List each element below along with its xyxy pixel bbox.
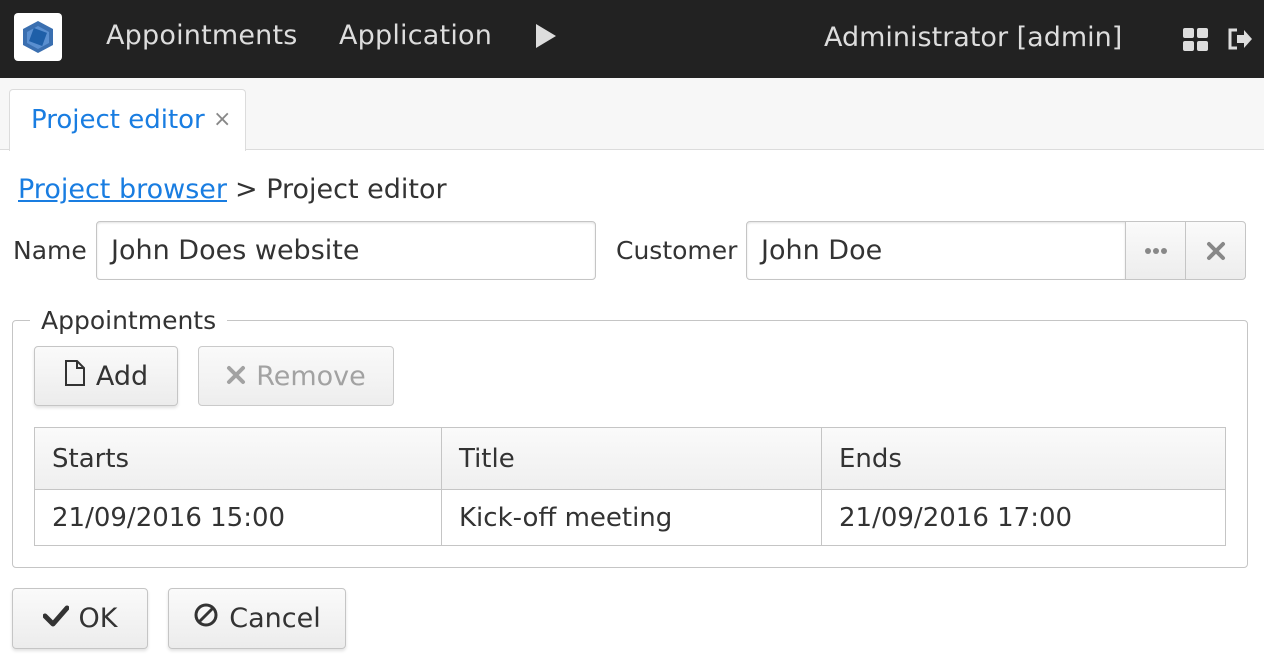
cell-ends: 21/09/2016 17:00: [821, 490, 1225, 545]
name-field[interactable]: John Does website: [96, 221, 596, 280]
apps-grid-icon[interactable]: [1182, 25, 1210, 53]
table-row[interactable]: 21/09/2016 15:00 Kick-off meeting 21/09/…: [35, 490, 1225, 545]
logout-icon[interactable]: [1226, 25, 1254, 53]
top-menu-bar: Appointments Application Administrator […: [0, 0, 1264, 78]
customer-lookup-button[interactable]: [1125, 221, 1186, 280]
checkmark-icon: [42, 603, 70, 634]
appointments-caption: Appointments: [30, 305, 228, 337]
user-name[interactable]: Administrator [admin]: [824, 20, 1122, 56]
table-header: Starts Title Ends: [35, 428, 1225, 490]
cell-title: Kick-off meeting: [441, 490, 821, 545]
name-label: Name: [13, 236, 87, 265]
tab-label[interactable]: Project editor: [31, 103, 205, 137]
remove-appointment-button[interactable]: Remove: [198, 346, 394, 406]
ok-label: OK: [78, 603, 118, 634]
cancel-button[interactable]: Cancel: [168, 588, 346, 649]
play-arrow-icon[interactable]: [534, 23, 558, 49]
tab-close-icon[interactable]: ×: [213, 106, 231, 134]
remove-x-icon: [226, 361, 246, 392]
customer-label: Customer: [616, 236, 738, 265]
menu-application[interactable]: Application: [339, 18, 492, 54]
remove-label: Remove: [256, 360, 366, 392]
app-logo-icon[interactable]: [14, 13, 62, 61]
add-label: Add: [95, 360, 149, 392]
ban-icon: [193, 602, 219, 635]
column-header-ends[interactable]: Ends: [821, 428, 1225, 489]
column-header-title[interactable]: Title: [441, 428, 821, 489]
menu-appointments[interactable]: Appointments: [106, 18, 298, 54]
ellipsis-icon: [1144, 247, 1167, 254]
clear-x-icon: [1206, 241, 1225, 260]
cancel-label: Cancel: [229, 603, 321, 634]
file-icon: [64, 359, 86, 393]
cell-starts: 21/09/2016 15:00: [52, 502, 286, 533]
ok-button[interactable]: OK: [12, 588, 148, 649]
customer-field[interactable]: John Doe: [746, 221, 1126, 280]
add-appointment-button[interactable]: Add: [34, 346, 178, 406]
column-header-starts[interactable]: Starts: [35, 428, 441, 489]
tab-project-editor[interactable]: Project editor ×: [9, 89, 246, 151]
tab-strip: Project editor ×: [0, 78, 1264, 151]
breadcrumb-current: > Project editor: [235, 174, 447, 205]
breadcrumb-project-browser-link[interactable]: Project browser: [18, 172, 227, 208]
appointments-table[interactable]: Starts Title Ends 21/09/2016 15:00 Kick-…: [34, 427, 1226, 546]
customer-clear-button[interactable]: [1185, 221, 1246, 280]
